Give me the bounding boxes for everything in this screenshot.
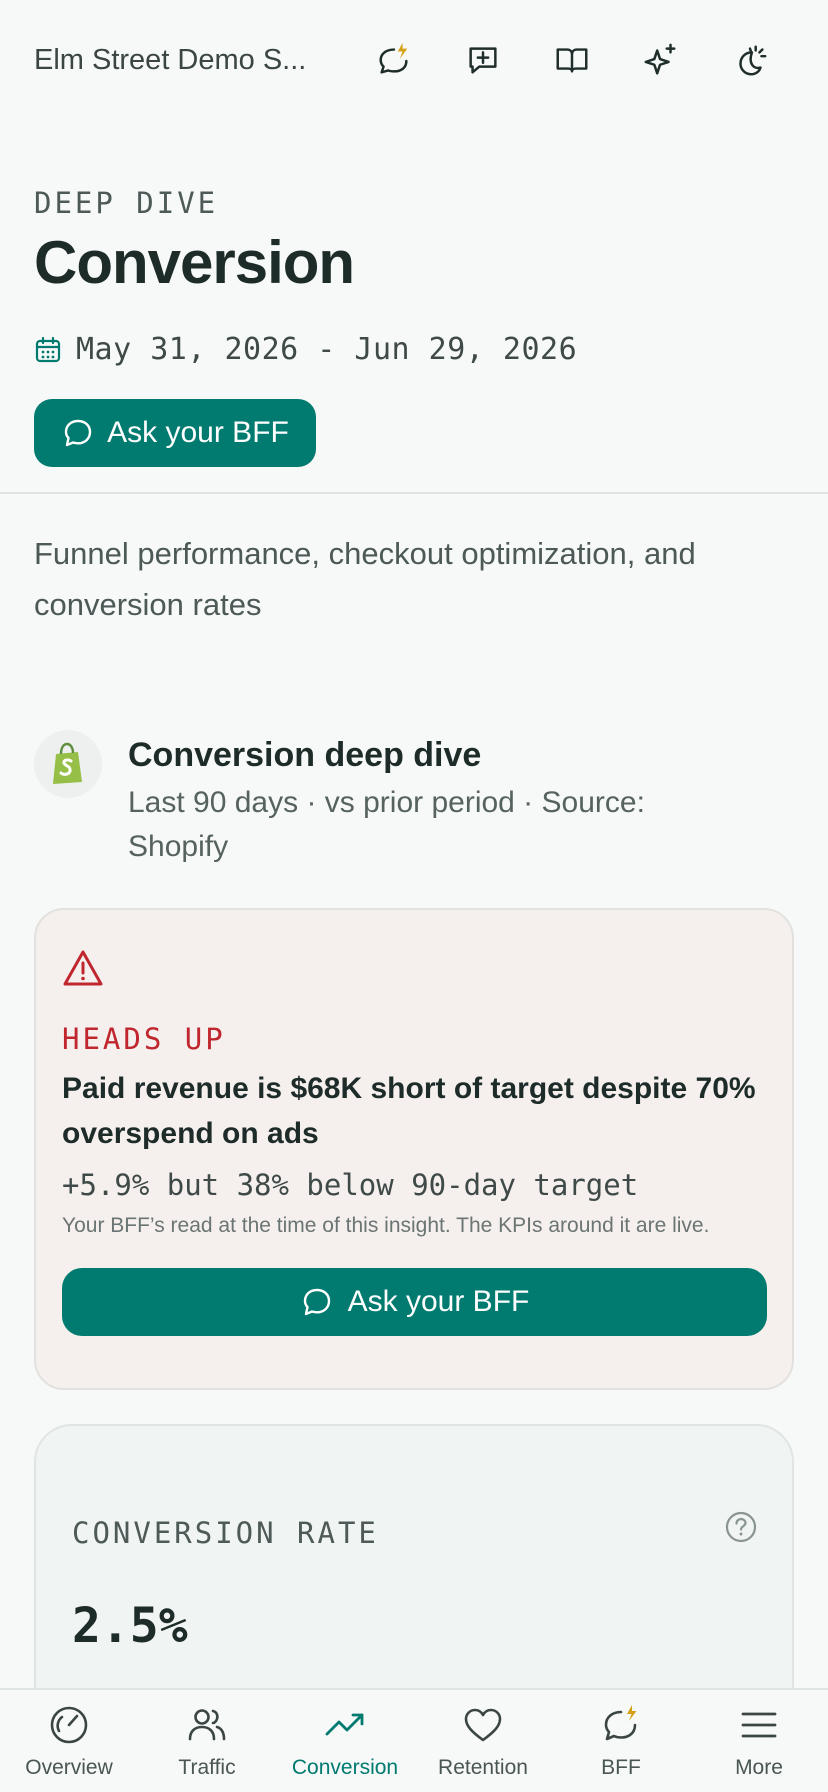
alert-metric: +5.9% but 38% below 90-day target	[62, 1168, 639, 1202]
help-icon[interactable]	[724, 1510, 758, 1544]
top-icon-group	[349, 30, 794, 90]
alert-title: Paid revenue is $68K short of target des…	[62, 1072, 756, 1150]
date-range[interactable]: May 31, 2026 - Jun 29, 2026	[34, 332, 577, 367]
store-name[interactable]: Elm Street Demo S...	[34, 44, 334, 77]
bottom-nav: Overview Traffic Conversion Retention BF…	[0, 1688, 828, 1792]
section-header: Conversion deep dive Last 90 days · vs p…	[34, 730, 794, 869]
theme-icon	[738, 45, 766, 76]
warning-icon	[63, 950, 103, 986]
date-range-text: May 31, 2026 - Jun 29, 2026	[76, 332, 578, 367]
sparkles-icon	[644, 43, 676, 75]
kpi-label: CONVERSION RATE	[72, 1516, 379, 1550]
nav-label: Overview	[25, 1756, 113, 1779]
nav-item-retention[interactable]: Retention	[414, 1690, 552, 1792]
nav-item-bff[interactable]: BFF	[552, 1690, 690, 1792]
page-description: Funnel performance, checkout optimizatio…	[34, 536, 696, 622]
calendar-icon	[35, 336, 61, 362]
theme-toggle-button[interactable]	[705, 30, 794, 90]
book-icon	[556, 48, 587, 73]
gauge-icon	[50, 1706, 88, 1744]
add-comment-icon	[468, 47, 497, 74]
nav-label: Traffic	[178, 1756, 236, 1779]
chat-bolt-icon	[378, 42, 408, 74]
alert-note: Your BFF’s read at the time of this insi…	[62, 1214, 710, 1237]
nav-label: Retention	[438, 1756, 528, 1779]
shopify-badge	[34, 730, 102, 798]
chat-bolt-icon	[604, 1705, 637, 1741]
nav-label: Conversion	[291, 1756, 399, 1779]
header-divider	[0, 492, 828, 494]
ask-bff-button[interactable]: Ask your BFF	[34, 399, 316, 467]
menu-icon	[741, 1712, 777, 1738]
nav-label: BFF	[601, 1756, 641, 1779]
section-text: Conversion deep dive Last 90 days · vs p…	[128, 730, 748, 869]
trending-up-icon	[325, 1713, 364, 1736]
kpi-value: 2.5%	[72, 1598, 188, 1654]
heart-icon	[464, 1708, 502, 1742]
shopify-icon	[53, 742, 82, 784]
ask-bff-label: Ask your BFF	[107, 416, 289, 449]
alert-ask-bff-button[interactable]: Ask your BFF	[62, 1268, 767, 1336]
book-button[interactable]	[527, 30, 616, 90]
page-eyebrow: DEEP DIVE	[34, 186, 219, 220]
top-bar: Elm Street Demo S...	[0, 0, 828, 120]
nav-item-more[interactable]: More	[690, 1690, 828, 1792]
alert-card: HEADS UP Paid revenue is $68K short of t…	[34, 908, 794, 1390]
nav-label: More	[735, 1756, 783, 1779]
nav-item-overview[interactable]: Overview	[0, 1690, 138, 1792]
page: Elm Street Demo S... DEEP DIVE Conversio…	[0, 0, 828, 1792]
sparkles-button[interactable]	[616, 30, 705, 90]
chat-bolt-button[interactable]	[349, 30, 438, 90]
nav-item-traffic[interactable]: Traffic	[138, 1690, 276, 1792]
section-subtitle: Last 90 days · vs prior period · Source:…	[128, 786, 645, 863]
nav-item-conversion[interactable]: Conversion	[276, 1690, 414, 1792]
users-icon	[188, 1709, 226, 1741]
alert-ask-bff-label: Ask your BFF	[347, 1285, 530, 1318]
section-title: Conversion deep dive	[128, 736, 482, 774]
add-comment-button[interactable]	[438, 30, 527, 90]
chat-icon	[303, 1288, 330, 1316]
alert-eyebrow: HEADS UP	[62, 1022, 226, 1056]
page-title: Conversion	[34, 229, 355, 296]
chat-icon	[64, 419, 92, 447]
